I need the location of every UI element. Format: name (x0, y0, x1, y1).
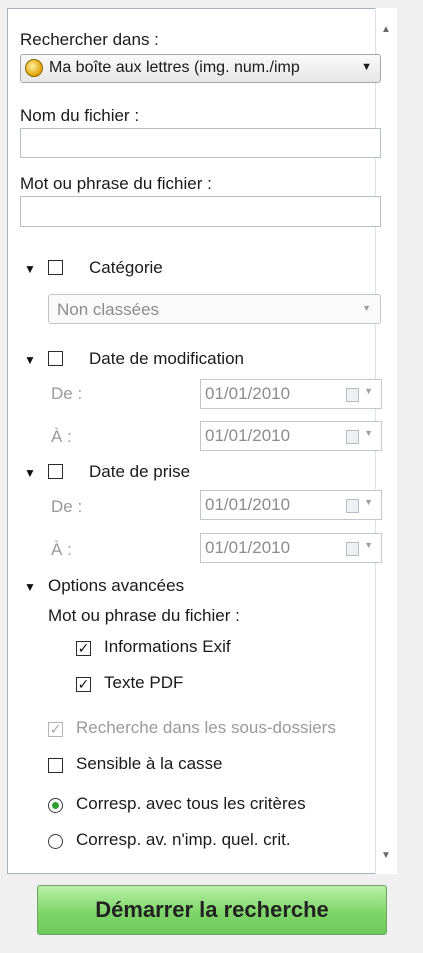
calendar-icon[interactable] (346, 388, 359, 402)
chevron-down-icon: ▼ (361, 61, 372, 73)
pdf-label: Texte PDF (104, 673, 184, 692)
taken-checkbox[interactable] (48, 464, 63, 479)
category-select[interactable]: Non classées ▼ (48, 294, 381, 324)
chevron-down-icon[interactable]: ▼ (364, 497, 373, 507)
collapse-triangle-icon[interactable]: ▼ (24, 580, 36, 594)
scroll-up-icon[interactable]: ▲ (381, 24, 391, 35)
chevron-down-icon: ▼ (362, 303, 371, 313)
phrase-input[interactable] (20, 196, 381, 227)
taken-from-value: 01/01/2010 (205, 495, 291, 514)
case-sensitive-checkbox[interactable] (48, 758, 63, 773)
chevron-down-icon[interactable]: ▼ (364, 386, 373, 396)
mailbox-icon (25, 59, 43, 77)
modified-to-label: À : (51, 427, 72, 446)
scroll-down-icon[interactable]: ▼ (381, 850, 391, 861)
calendar-icon[interactable] (346, 499, 359, 513)
taken-from-date[interactable]: 01/01/2010 ▼ (200, 490, 382, 520)
taken-from-label: De : (51, 497, 83, 516)
chevron-down-icon[interactable]: ▼ (364, 428, 373, 438)
search-in-label: Rechercher dans : (20, 30, 159, 49)
subfolders-label: Recherche dans les sous-dossiers (76, 718, 336, 737)
collapse-triangle-icon[interactable]: ▼ (24, 466, 36, 480)
search-in-select[interactable]: Ma boîte aux lettres (img. num./imp ▼ (20, 54, 381, 83)
calendar-icon[interactable] (346, 542, 359, 556)
category-checkbox[interactable] (48, 260, 63, 275)
taken-to-label: À : (51, 540, 72, 559)
subfolders-checkbox: ✓ (48, 721, 63, 737)
taken-to-date[interactable]: 01/01/2010 ▼ (200, 533, 382, 563)
modified-from-label: De : (51, 384, 83, 403)
modified-label: Date de modification (89, 349, 244, 368)
case-sensitive-label: Sensible à la casse (76, 754, 223, 773)
exif-checkbox[interactable]: ✓ (76, 641, 91, 656)
match-all-radio[interactable] (48, 798, 63, 813)
calendar-icon[interactable] (346, 430, 359, 444)
collapse-triangle-icon[interactable]: ▼ (24, 262, 36, 276)
phrase-label: Mot ou phrase du fichier : (20, 174, 212, 193)
taken-to-value: 01/01/2010 (205, 538, 291, 557)
match-all-label: Corresp. avec tous les critères (76, 794, 306, 813)
modified-to-date[interactable]: 01/01/2010 ▼ (200, 421, 382, 451)
filename-input[interactable] (20, 128, 381, 158)
modified-from-date[interactable]: 01/01/2010 ▼ (200, 379, 382, 409)
match-any-radio[interactable] (48, 834, 63, 849)
category-value: Non classées (57, 300, 160, 319)
modified-checkbox[interactable] (48, 351, 63, 366)
match-any-label: Corresp. av. n'imp. quel. crit. (76, 830, 291, 849)
radio-selected-dot (52, 802, 59, 809)
pdf-checkbox[interactable]: ✓ (76, 677, 91, 692)
advanced-label: Options avancées (48, 576, 185, 595)
collapse-triangle-icon[interactable]: ▼ (24, 353, 36, 367)
modified-to-value: 01/01/2010 (205, 426, 291, 445)
search-in-value: Ma boîte aux lettres (img. num./imp (49, 59, 300, 76)
advanced-phrase-label: Mot ou phrase du fichier : (48, 606, 240, 625)
taken-label: Date de prise (89, 462, 191, 481)
exif-label: Informations Exif (104, 637, 231, 656)
start-search-button[interactable]: Démarrer la recherche (37, 885, 387, 935)
category-label: Catégorie (89, 258, 163, 277)
modified-from-value: 01/01/2010 (205, 384, 291, 403)
chevron-down-icon[interactable]: ▼ (364, 540, 373, 550)
filename-label: Nom du fichier : (20, 106, 140, 125)
